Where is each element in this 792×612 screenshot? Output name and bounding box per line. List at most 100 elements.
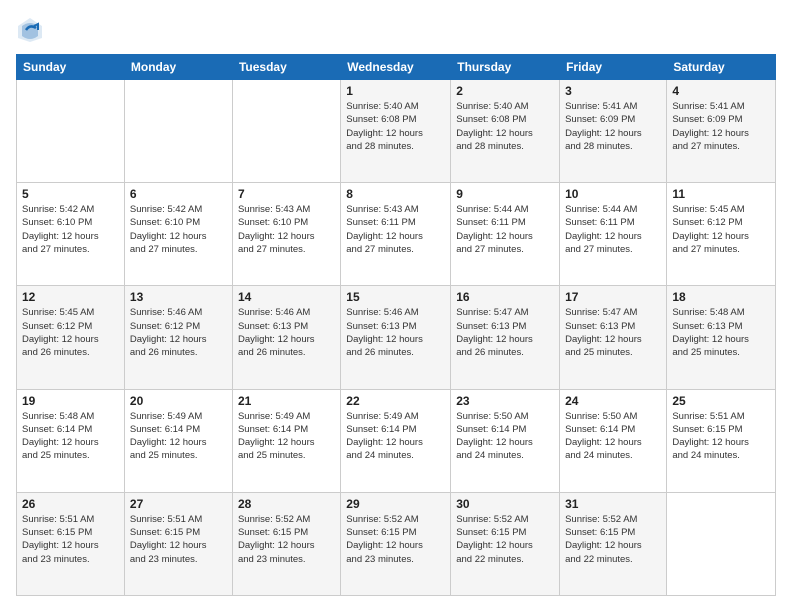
weekday-header-thursday: Thursday xyxy=(451,55,560,80)
day-info: Sunrise: 5:42 AM Sunset: 6:10 PM Dayligh… xyxy=(22,203,119,256)
calendar-cell: 16Sunrise: 5:47 AM Sunset: 6:13 PM Dayli… xyxy=(451,286,560,389)
day-info: Sunrise: 5:46 AM Sunset: 6:12 PM Dayligh… xyxy=(130,306,227,359)
calendar-cell: 5 Sunrise: 5:42 AM Sunset: 6:10 PM Daylig… xyxy=(17,183,125,286)
day-info: Sunrise: 5:52 AM Sunset: 6:15 PM Dayligh… xyxy=(238,513,335,566)
calendar-cell: 11 Sunrise: 5:45 AM Sunset: 6:12 PM Dayli… xyxy=(667,183,776,286)
day-number: 9 xyxy=(456,187,554,201)
calendar-cell: 6 Sunrise: 5:42 AM Sunset: 6:10 PM Daylig… xyxy=(124,183,232,286)
weekday-header-row: SundayMondayTuesdayWednesdayThursdayFrid… xyxy=(17,55,776,80)
day-number: 4 xyxy=(672,84,770,98)
day-info: Sunrise: 5:45 AM Sunset: 6:12 PM Dayligh… xyxy=(672,203,770,256)
day-info: Sunrise: 5:42 AM Sunset: 6:10 PM Dayligh… xyxy=(130,203,227,256)
day-number: 12 xyxy=(22,290,119,304)
day-number: 10 xyxy=(565,187,661,201)
calendar-header: SundayMondayTuesdayWednesdayThursdayFrid… xyxy=(17,55,776,80)
calendar-cell: 21 Sunrise: 5:49 AM Sunset: 6:14 PM Dayli… xyxy=(232,389,340,492)
day-number: 24 xyxy=(565,394,661,408)
day-info: Sunrise: 5:49 AM Sunset: 6:14 PM Dayligh… xyxy=(130,410,227,463)
day-number: 21 xyxy=(238,394,335,408)
day-info: Sunrise: 5:45 AM Sunset: 6:12 PM Dayligh… xyxy=(22,306,119,359)
day-info: Sunrise: 5:48 AM Sunset: 6:14 PM Dayligh… xyxy=(22,410,119,463)
day-number: 17 xyxy=(565,290,661,304)
day-number: 23 xyxy=(456,394,554,408)
day-info: Sunrise: 5:40 AM Sunset: 6:08 PM Dayligh… xyxy=(346,100,445,153)
day-number: 3 xyxy=(565,84,661,98)
day-number: 19 xyxy=(22,394,119,408)
day-info: Sunrise: 5:47 AM Sunset: 6:13 PM Dayligh… xyxy=(565,306,661,359)
calendar-cell: 25 Sunrise: 5:51 AM Sunset: 6:15 PM Dayli… xyxy=(667,389,776,492)
day-number: 28 xyxy=(238,497,335,511)
calendar-cell: 22Sunrise: 5:49 AM Sunset: 6:14 PM Dayli… xyxy=(341,389,451,492)
day-number: 6 xyxy=(130,187,227,201)
day-info: Sunrise: 5:40 AM Sunset: 6:08 PM Dayligh… xyxy=(456,100,554,153)
calendar-cell: 4 Sunrise: 5:41 AM Sunset: 6:09 PM Daylig… xyxy=(667,80,776,183)
day-number: 15 xyxy=(346,290,445,304)
page: SundayMondayTuesdayWednesdayThursdayFrid… xyxy=(0,0,792,612)
day-info: Sunrise: 5:43 AM Sunset: 6:11 PM Dayligh… xyxy=(346,203,445,256)
calendar-cell: 10 Sunrise: 5:44 AM Sunset: 6:11 PM Dayli… xyxy=(560,183,667,286)
day-info: Sunrise: 5:50 AM Sunset: 6:14 PM Dayligh… xyxy=(456,410,554,463)
weekday-header-friday: Friday xyxy=(560,55,667,80)
calendar-cell: 19 Sunrise: 5:48 AM Sunset: 6:14 PM Dayli… xyxy=(17,389,125,492)
logo xyxy=(16,16,48,44)
calendar-body: 1 Sunrise: 5:40 AM Sunset: 6:08 PM Daylig… xyxy=(17,80,776,596)
day-number: 22 xyxy=(346,394,445,408)
day-number: 25 xyxy=(672,394,770,408)
weekday-header-tuesday: Tuesday xyxy=(232,55,340,80)
day-number: 8 xyxy=(346,187,445,201)
weekday-header-saturday: Saturday xyxy=(667,55,776,80)
calendar-cell xyxy=(667,492,776,595)
day-number: 7 xyxy=(238,187,335,201)
day-info: Sunrise: 5:49 AM Sunset: 6:14 PM Dayligh… xyxy=(238,410,335,463)
weekday-header-monday: Monday xyxy=(124,55,232,80)
calendar-cell: 31 Sunrise: 5:52 AM Sunset: 6:15 PM Dayli… xyxy=(560,492,667,595)
day-info: Sunrise: 5:44 AM Sunset: 6:11 PM Dayligh… xyxy=(565,203,661,256)
calendar-week-3: 12 Sunrise: 5:45 AM Sunset: 6:12 PM Dayli… xyxy=(17,286,776,389)
day-number: 31 xyxy=(565,497,661,511)
calendar-cell: 12 Sunrise: 5:45 AM Sunset: 6:12 PM Dayli… xyxy=(17,286,125,389)
calendar-cell: 18Sunrise: 5:48 AM Sunset: 6:13 PM Dayli… xyxy=(667,286,776,389)
calendar-week-4: 19 Sunrise: 5:48 AM Sunset: 6:14 PM Dayli… xyxy=(17,389,776,492)
calendar-cell: 23 Sunrise: 5:50 AM Sunset: 6:14 PM Dayli… xyxy=(451,389,560,492)
day-info: Sunrise: 5:51 AM Sunset: 6:15 PM Dayligh… xyxy=(672,410,770,463)
day-number: 27 xyxy=(130,497,227,511)
calendar-week-5: 26 Sunrise: 5:51 AM Sunset: 6:15 PM Dayli… xyxy=(17,492,776,595)
day-info: Sunrise: 5:52 AM Sunset: 6:15 PM Dayligh… xyxy=(456,513,554,566)
calendar-cell: 15Sunrise: 5:46 AM Sunset: 6:13 PM Dayli… xyxy=(341,286,451,389)
day-number: 16 xyxy=(456,290,554,304)
calendar-week-1: 1 Sunrise: 5:40 AM Sunset: 6:08 PM Daylig… xyxy=(17,80,776,183)
calendar-cell: 9 Sunrise: 5:44 AM Sunset: 6:11 PM Daylig… xyxy=(451,183,560,286)
day-number: 2 xyxy=(456,84,554,98)
day-info: Sunrise: 5:44 AM Sunset: 6:11 PM Dayligh… xyxy=(456,203,554,256)
day-info: Sunrise: 5:41 AM Sunset: 6:09 PM Dayligh… xyxy=(672,100,770,153)
calendar-table: SundayMondayTuesdayWednesdayThursdayFrid… xyxy=(16,54,776,596)
day-info: Sunrise: 5:41 AM Sunset: 6:09 PM Dayligh… xyxy=(565,100,661,153)
day-number: 30 xyxy=(456,497,554,511)
calendar-cell: 17 Sunrise: 5:47 AM Sunset: 6:13 PM Dayli… xyxy=(560,286,667,389)
weekday-header-sunday: Sunday xyxy=(17,55,125,80)
calendar-cell: 1 Sunrise: 5:40 AM Sunset: 6:08 PM Daylig… xyxy=(341,80,451,183)
calendar-week-2: 5 Sunrise: 5:42 AM Sunset: 6:10 PM Daylig… xyxy=(17,183,776,286)
day-info: Sunrise: 5:51 AM Sunset: 6:15 PM Dayligh… xyxy=(22,513,119,566)
calendar-cell: 2 Sunrise: 5:40 AM Sunset: 6:08 PM Daylig… xyxy=(451,80,560,183)
calendar-cell xyxy=(232,80,340,183)
day-info: Sunrise: 5:51 AM Sunset: 6:15 PM Dayligh… xyxy=(130,513,227,566)
day-number: 11 xyxy=(672,187,770,201)
day-number: 5 xyxy=(22,187,119,201)
day-info: Sunrise: 5:52 AM Sunset: 6:15 PM Dayligh… xyxy=(565,513,661,566)
calendar-cell: 3 Sunrise: 5:41 AM Sunset: 6:09 PM Daylig… xyxy=(560,80,667,183)
calendar-cell: 30 Sunrise: 5:52 AM Sunset: 6:15 PM Dayli… xyxy=(451,492,560,595)
calendar-cell: 7Sunrise: 5:43 AM Sunset: 6:10 PM Daylig… xyxy=(232,183,340,286)
day-number: 1 xyxy=(346,84,445,98)
day-number: 29 xyxy=(346,497,445,511)
calendar-cell: 29 Sunrise: 5:52 AM Sunset: 6:15 PM Dayli… xyxy=(341,492,451,595)
day-info: Sunrise: 5:46 AM Sunset: 6:13 PM Dayligh… xyxy=(238,306,335,359)
calendar-cell: 20Sunrise: 5:49 AM Sunset: 6:14 PM Dayli… xyxy=(124,389,232,492)
day-info: Sunrise: 5:48 AM Sunset: 6:13 PM Dayligh… xyxy=(672,306,770,359)
day-info: Sunrise: 5:52 AM Sunset: 6:15 PM Dayligh… xyxy=(346,513,445,566)
day-info: Sunrise: 5:50 AM Sunset: 6:14 PM Dayligh… xyxy=(565,410,661,463)
calendar-cell: 8 Sunrise: 5:43 AM Sunset: 6:11 PM Daylig… xyxy=(341,183,451,286)
calendar-cell: 24 Sunrise: 5:50 AM Sunset: 6:14 PM Dayli… xyxy=(560,389,667,492)
calendar-cell xyxy=(17,80,125,183)
day-number: 26 xyxy=(22,497,119,511)
